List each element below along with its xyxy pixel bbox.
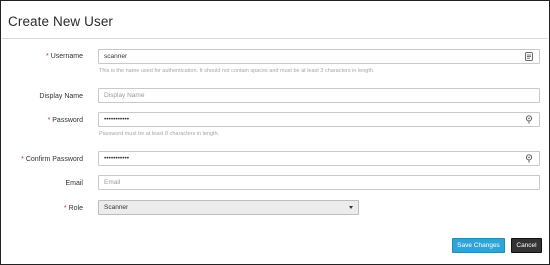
username-label: * Username bbox=[46, 53, 83, 60]
chevron-down-icon bbox=[349, 206, 353, 209]
confirm-password-field[interactable]: ••••••••••• bbox=[98, 151, 540, 166]
password-help: Password must be at least 8 characters i… bbox=[99, 131, 220, 137]
confirm-password-value: ••••••••••• bbox=[104, 155, 130, 162]
email-field[interactable]: Email bbox=[98, 175, 540, 190]
password-field[interactable]: ••••••••••• bbox=[98, 112, 540, 127]
display-name-field[interactable]: Display Name bbox=[98, 88, 540, 103]
username-help: This is the name used for authentication… bbox=[99, 68, 375, 74]
display-name-label: Display Name bbox=[39, 93, 83, 100]
title-divider bbox=[2, 38, 548, 39]
required-mark: * bbox=[47, 117, 51, 124]
password-label: * Password bbox=[48, 117, 83, 124]
email-label: Email bbox=[65, 180, 83, 187]
confirm-password-label-text: Confirm Password bbox=[25, 156, 83, 163]
required-mark: * bbox=[63, 205, 67, 212]
confirm-password-label: * Confirm Password bbox=[21, 156, 83, 163]
create-user-dialog: Create New User * Username scanner This … bbox=[0, 0, 550, 265]
password-label-text: Password bbox=[52, 117, 83, 124]
contact-card-icon[interactable] bbox=[524, 52, 534, 62]
display-name-placeholder: Display Name bbox=[104, 92, 145, 99]
save-changes-button[interactable]: Save Changes bbox=[452, 238, 505, 253]
required-mark: * bbox=[46, 53, 49, 60]
role-select[interactable]: Scanner bbox=[98, 200, 359, 215]
dialog-title: Create New User bbox=[8, 14, 114, 29]
key-icon[interactable] bbox=[524, 115, 534, 125]
username-value: scanner bbox=[104, 53, 128, 60]
key-icon[interactable] bbox=[524, 154, 534, 164]
role-label-text: Role bbox=[68, 205, 83, 212]
username-field[interactable]: scanner bbox=[98, 49, 540, 64]
required-mark: * bbox=[21, 156, 24, 163]
cancel-button[interactable]: Cancel bbox=[511, 238, 542, 253]
role-value: Scanner bbox=[104, 204, 129, 211]
username-label-text: Username bbox=[50, 53, 83, 60]
password-value: ••••••••••• bbox=[104, 116, 130, 123]
role-label: * Role bbox=[64, 205, 83, 212]
email-placeholder: Email bbox=[104, 179, 121, 186]
